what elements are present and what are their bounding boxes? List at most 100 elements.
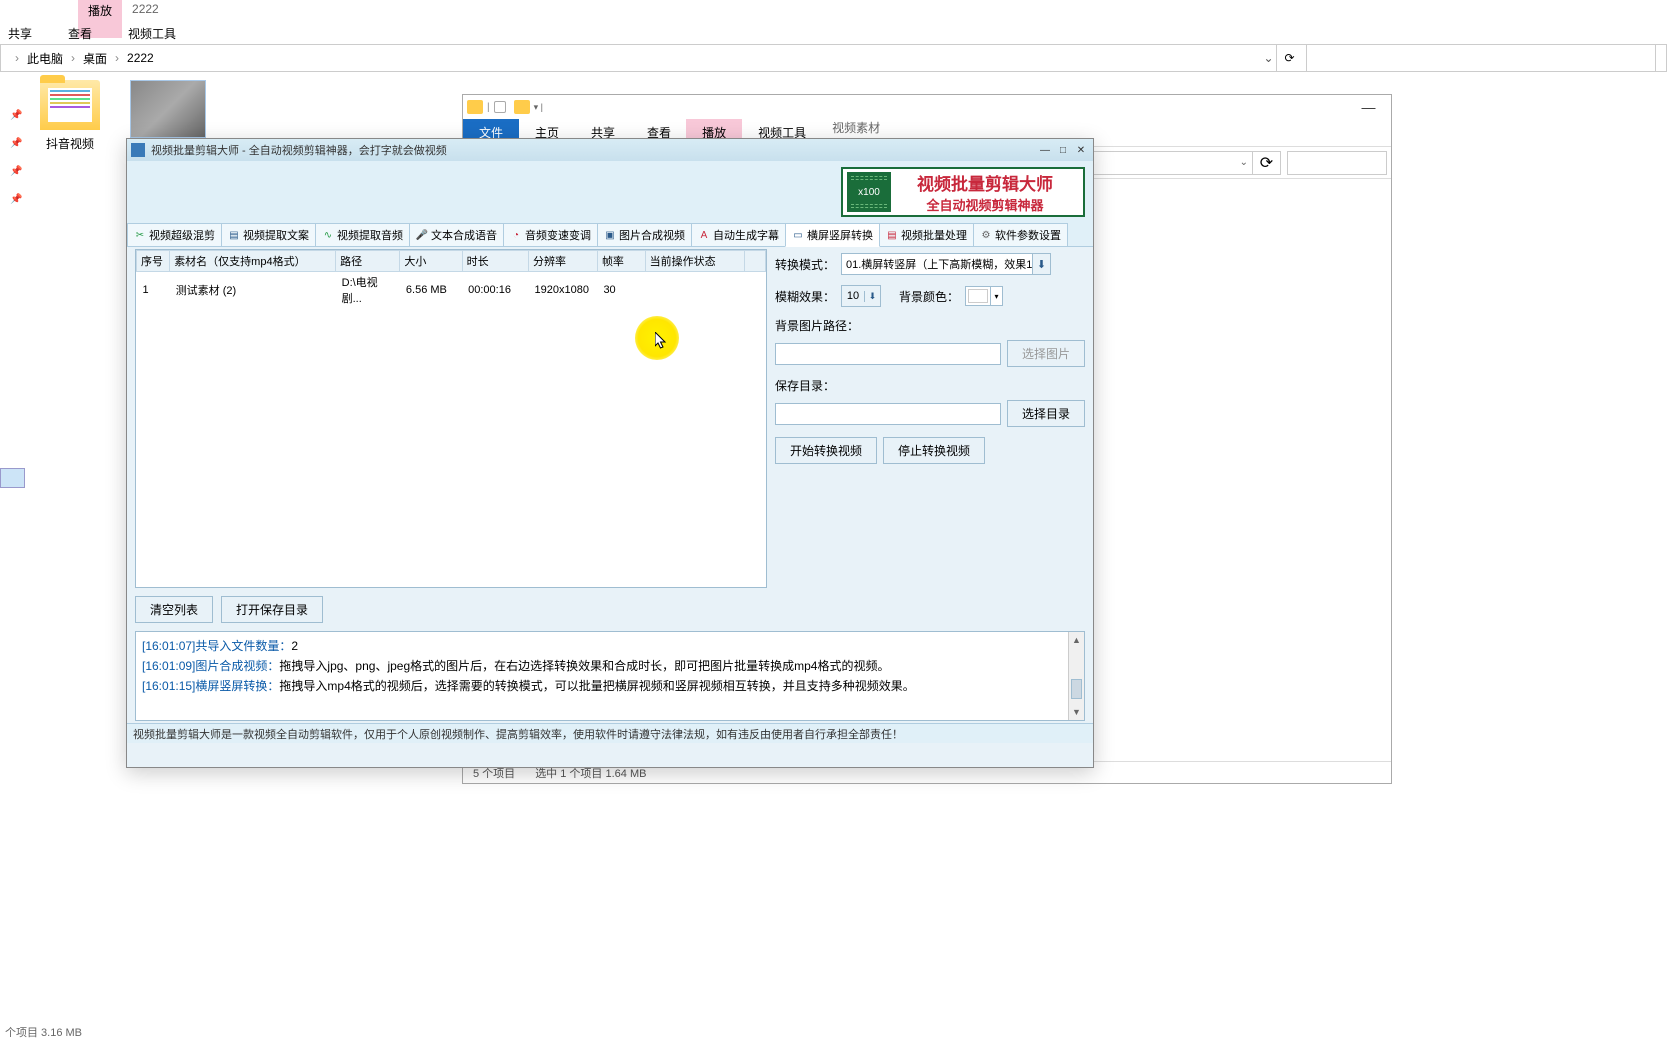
tab-label: 音频变速变调 (525, 227, 591, 243)
app-tab-6[interactable]: A自动生成字幕 (691, 223, 786, 246)
tab-label: 自动生成字幕 (713, 227, 779, 243)
app-banner: x100 视频批量剪辑大师 全自动视频剪辑神器 (841, 167, 1085, 217)
table-header[interactable]: 当前操作状态 (645, 251, 745, 272)
table-cell: 6.56 MB (400, 272, 462, 309)
breadcrumb-folder[interactable]: 2222 (123, 51, 158, 65)
pin-icon[interactable]: 📌 (10, 166, 20, 176)
table-header[interactable]: 分辨率 (529, 251, 598, 272)
spinner-arrows-icon[interactable]: ⬇ (864, 291, 880, 302)
pin-icon[interactable]: 📌 (10, 194, 20, 204)
app-left-panel: 序号素材名（仅支持mp4格式）路径大小时长分辨率帧率当前操作状态 1测试素材 (… (135, 249, 767, 627)
table-header[interactable]: 序号 (137, 251, 170, 272)
scroll-thumb[interactable] (1071, 679, 1082, 699)
tab-icon: A (698, 229, 710, 241)
table-cell: 测试素材 (2) (170, 272, 336, 309)
refresh-icon[interactable]: ⟳ (1276, 45, 1302, 71)
log-category: 共导入文件数量： (195, 636, 291, 656)
tab-icon: ∿ (322, 229, 334, 241)
addressbar-dropdown-icon[interactable]: ⌄ (1261, 51, 1276, 66)
chevron-right-icon: › (11, 51, 23, 65)
banner-subtitle: 全自动视频剪辑神器 (891, 195, 1079, 214)
app-tab-1[interactable]: ▤视频提取文案 (221, 223, 316, 246)
close-button[interactable]: ✕ (1073, 143, 1089, 157)
tab-label: 软件参数设置 (995, 227, 1061, 243)
app-tab-7[interactable]: ▭横屏竖屏转换 (785, 223, 880, 247)
document-icon (494, 101, 506, 113)
folder-item[interactable]: 抖音视频 (40, 80, 100, 152)
mode-combobox[interactable]: 01.横屏转竖屏（上下高斯模糊，效果1） ⬇ (841, 253, 1051, 275)
stop-convert-button[interactable]: 停止转换视频 (883, 437, 985, 464)
chevron-down-icon: ⬇ (1032, 254, 1050, 274)
folder-icon (467, 100, 483, 114)
log-area[interactable]: [16:01:07] 共导入文件数量：2[16:01:09] 图片合成视频：拖拽… (135, 631, 1085, 721)
breadcrumb-desktop[interactable]: 桌面 (79, 50, 111, 67)
log-category: 图片合成视频： (195, 656, 279, 676)
banner-title: 视频批量剪辑大师 (891, 170, 1079, 195)
scroll-up-icon[interactable]: ▲ (1069, 632, 1084, 648)
log-time: [16:01:07] (142, 636, 195, 656)
folder-icon (40, 80, 100, 130)
bgcolor-picker[interactable]: ▾ (965, 286, 1003, 306)
app-tab-9[interactable]: ⚙软件参数设置 (973, 223, 1068, 246)
app-tab-4[interactable]: ◔音频变速变调 (503, 223, 598, 246)
bg-pins: 📌 📌 📌 📌 (10, 110, 20, 204)
tab-icon: ✂ (134, 229, 146, 241)
file-table[interactable]: 序号素材名（仅支持mp4格式）路径大小时长分辨率帧率当前操作状态 1测试素材 (… (135, 249, 767, 588)
chevron-down-icon: ▾ (990, 287, 1002, 305)
tab-icon: ◔ (510, 229, 522, 241)
table-header[interactable]: 时长 (462, 251, 528, 272)
app-tab-8[interactable]: ▤视频批量处理 (879, 223, 974, 246)
table-header[interactable]: 路径 (336, 251, 400, 272)
table-cell: 30 (597, 272, 645, 309)
app-tab-3[interactable]: 🎤文本合成语音 (409, 223, 504, 246)
scroll-down-icon[interactable]: ▼ (1069, 704, 1084, 720)
start-convert-button[interactable]: 开始转换视频 (775, 437, 877, 464)
bgimg-label: 背景图片路径： (775, 319, 859, 333)
table-header[interactable]: 帧率 (597, 251, 645, 272)
savedir-input[interactable] (775, 403, 1001, 425)
blur-spinner[interactable]: 10 ⬇ (841, 285, 881, 307)
tab-label: 图片合成视频 (619, 227, 685, 243)
scrollbar[interactable]: ▲ ▼ (1068, 632, 1084, 720)
tab-label: 文本合成语音 (431, 227, 497, 243)
chevron-right-icon: › (111, 51, 123, 65)
pin-icon[interactable]: 📌 (10, 138, 20, 148)
pin-icon[interactable]: 📌 (10, 110, 20, 120)
app-window: 视频批量剪辑大师 - 全自动视频剪辑神器，会打字就会做视频 — □ ✕ x100… (126, 138, 1094, 768)
minimize-button[interactable]: — (1037, 143, 1053, 157)
log-text: 拖拽导入jpg、png、jpeg格式的图片后，在右边选择转换效果和合成时长，即可… (279, 656, 889, 676)
select-image-button[interactable]: 选择图片 (1007, 340, 1085, 367)
bg-menu-videotools[interactable]: 视频工具 (120, 23, 184, 44)
select-dir-button[interactable]: 选择目录 (1007, 400, 1085, 427)
app-tab-5[interactable]: ▣图片合成视频 (597, 223, 692, 246)
bg-menu-view[interactable]: 查看 (60, 23, 100, 44)
open-save-dir-button[interactable]: 打开保存目录 (221, 596, 323, 623)
refresh-icon[interactable]: ⟳ (1253, 151, 1281, 175)
tab-label: 视频提取音频 (337, 227, 403, 243)
table-cell: D:\电视剧... (336, 272, 400, 309)
bg-menu-share[interactable]: 共享 (0, 23, 40, 44)
bgcolor-label: 背景颜色： (899, 288, 959, 305)
breadcrumb-pc[interactable]: 此电脑 (23, 50, 67, 67)
clear-list-button[interactable]: 清空列表 (135, 596, 213, 623)
app-tab-2[interactable]: ∿视频提取音频 (315, 223, 410, 246)
cursor-icon (655, 332, 667, 350)
app-titlebar[interactable]: 视频批量剪辑大师 - 全自动视频剪辑神器，会打字就会做视频 — □ ✕ (127, 139, 1093, 161)
bg-addressbar[interactable]: › 此电脑 › 桌面 › 2222 ⌄ ⟳ (0, 44, 1667, 72)
bg-status-text: 个项目 3.16 MB (5, 1024, 82, 1040)
blur-label: 模糊效果： (775, 288, 835, 305)
tab-label: 视频超级混剪 (149, 227, 215, 243)
table-cell: 1920x1080 (529, 272, 598, 309)
bg-search-input[interactable] (1306, 44, 1656, 72)
se-search-input[interactable] (1287, 151, 1387, 175)
app-tab-0[interactable]: ✂视频超级混剪 (127, 223, 222, 246)
table-header[interactable]: 素材名（仅支持mp4格式） (170, 251, 336, 272)
bgimg-path-input[interactable] (775, 343, 1001, 365)
maximize-button[interactable]: □ (1055, 143, 1071, 157)
log-line: [16:01:09] 图片合成视频：拖拽导入jpg、png、jpeg格式的图片后… (142, 656, 1078, 676)
table-row[interactable]: 1测试素材 (2)D:\电视剧...6.56 MB00:00:161920x10… (137, 272, 766, 309)
video-thumbnail-icon (130, 80, 206, 138)
table-header[interactable]: 大小 (400, 251, 462, 272)
minimize-button[interactable]: — (1346, 95, 1391, 119)
log-text: 2 (291, 636, 298, 656)
